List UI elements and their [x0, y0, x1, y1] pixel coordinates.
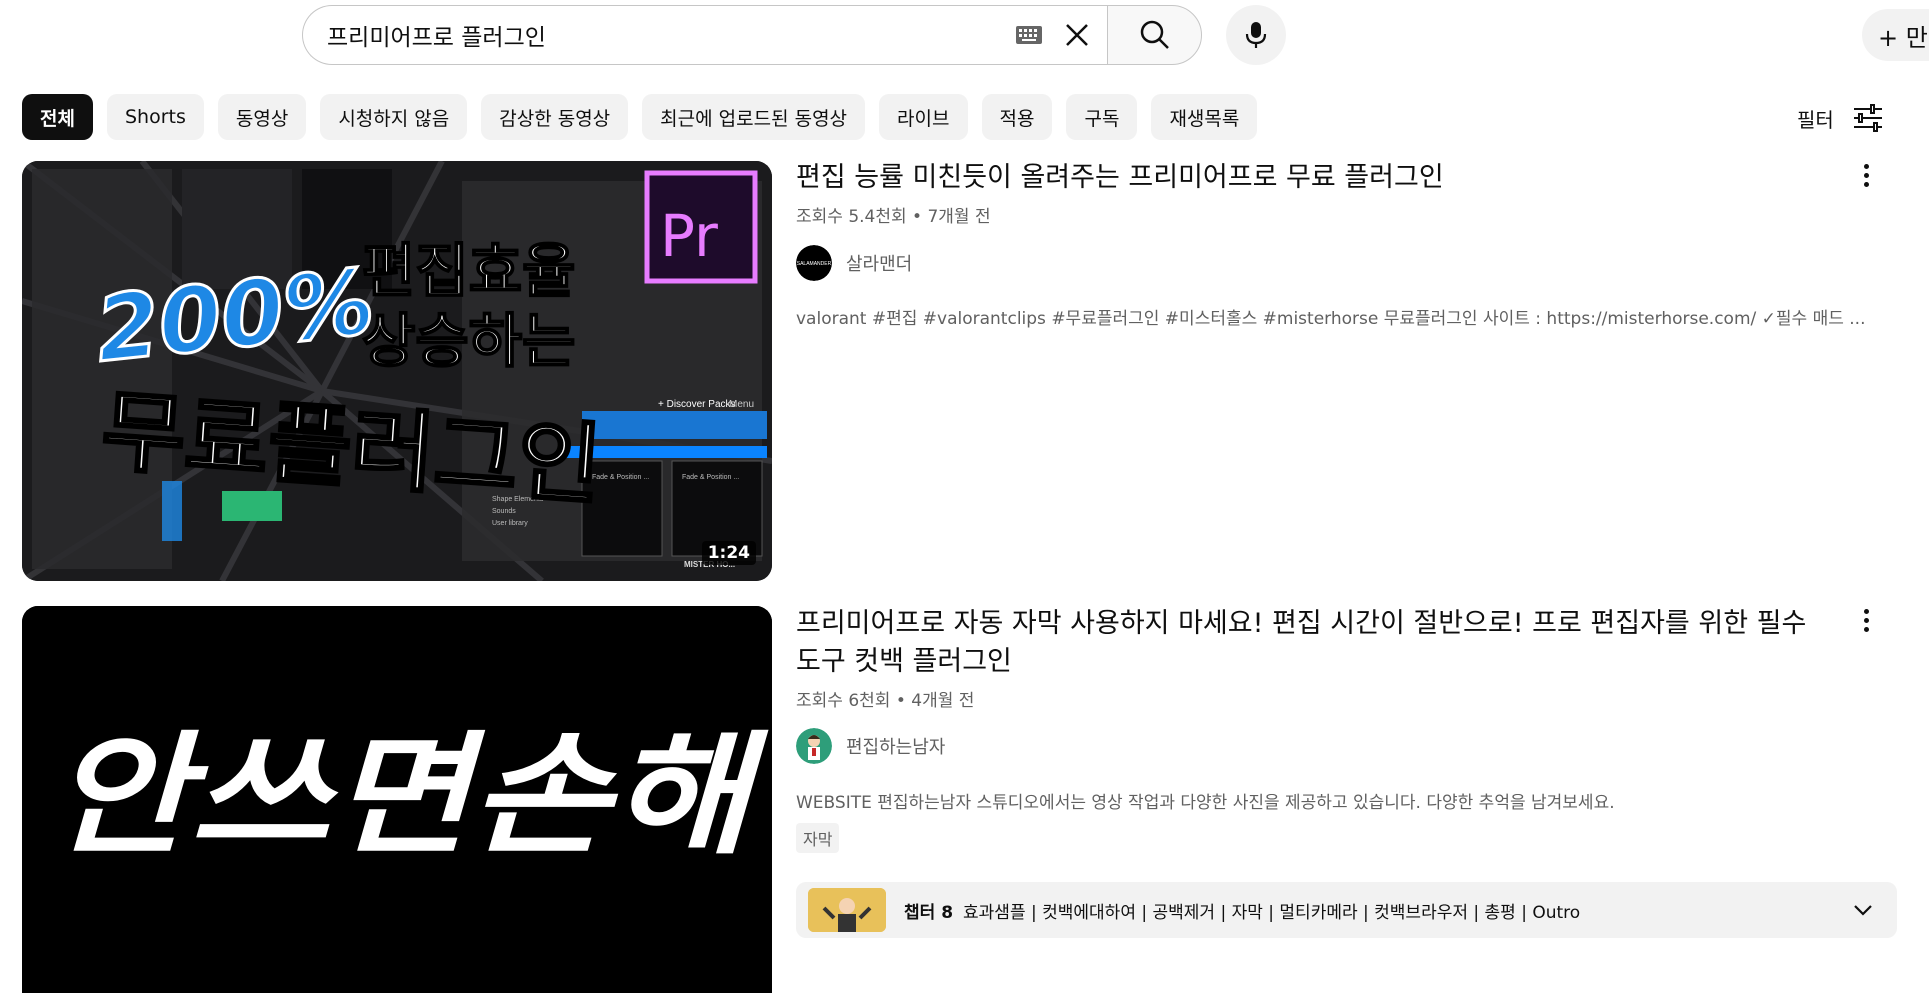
chapters-label: 챕터 8	[904, 902, 954, 923]
avatar-text: SALAMANDER	[797, 261, 832, 267]
channel-link[interactable]: 편집하는남자	[796, 728, 945, 764]
chip-all[interactable]: 전체	[22, 94, 93, 140]
chevron-down-icon[interactable]	[1851, 898, 1875, 922]
thumbnail-artwork: 안쓰면손해	[22, 606, 772, 993]
panel-item-fade-position-1: Fade & Position ...	[592, 474, 649, 481]
thumbnail-artwork: + Discover Packs Menu Shape Elements Sou…	[22, 161, 772, 581]
premiere-logo-icon: Pr	[644, 170, 758, 284]
keyboard-icon[interactable]	[1015, 25, 1043, 45]
thumbnail-line1: 편집효율	[362, 237, 575, 305]
chip-unwatched[interactable]: 시청하지 않음	[320, 94, 468, 140]
video-meta: 조회수 5.4천회 • 7개월 전	[796, 207, 991, 227]
video-title[interactable]: 프리미어프로 자동 자막 사용하지 마세요! 편집 시간이 절반으로! 프로 편…	[796, 605, 1836, 681]
chapter-thumbnail	[808, 888, 886, 932]
avatar[interactable]	[796, 728, 832, 764]
filter-chips: 전체 Shorts 동영상 시청하지 않음 감상한 동영상 최근에 업로드된 동…	[22, 94, 1258, 140]
chip-watched[interactable]: 감상한 동영상	[481, 94, 629, 140]
close-icon[interactable]	[1061, 19, 1093, 51]
video-duration: 1:24	[701, 541, 756, 565]
caption-badge: 자막	[796, 823, 840, 853]
sliders-icon	[1853, 104, 1882, 132]
voice-search-button[interactable]	[1226, 5, 1286, 65]
microphone-icon	[1245, 22, 1267, 48]
create-label: + 만	[1878, 23, 1928, 52]
search-input[interactable]: 프리미어프로 플러그인	[302, 5, 1107, 65]
chip-recently-uploaded[interactable]: 최근에 업로드된 동영상	[642, 94, 866, 140]
search-button[interactable]	[1107, 5, 1202, 65]
panel-item-fade-position-2: Fade & Position ...	[682, 474, 739, 481]
video-description: valorant #편집 #valorantclips #무료플러그인 #미스터…	[796, 309, 1866, 329]
video-description: WEBSITE 편집하는남자 스튜디오에서는 영상 작업과 다양한 사진을 제공…	[796, 793, 1615, 813]
channel-name[interactable]: 살라맨더	[846, 250, 912, 276]
thumbnail-line2: 상승하는	[362, 307, 575, 375]
chip-live[interactable]: 라이브	[879, 94, 968, 140]
video-title[interactable]: 편집 능률 미친듯이 올려주는 프리미어프로 무료 플러그인	[796, 159, 1836, 197]
thumbnail-text: 안쓰면손해	[50, 719, 769, 873]
panel-discover-button: + Discover Packs	[658, 399, 736, 410]
create-button[interactable]: + 만	[1862, 9, 1929, 61]
video-thumbnail[interactable]: 안쓰면손해	[22, 606, 772, 993]
more-actions-button[interactable]	[1850, 155, 1882, 195]
chapters-list: 효과샘플 | 컷백에대하여 | 공백제거 | 자막 | 멀티카메라 | 컷백브라…	[963, 902, 1581, 923]
avatar[interactable]: SALAMANDER	[796, 245, 832, 281]
search-icon	[1140, 20, 1169, 49]
video-thumbnail[interactable]: + Discover Packs Menu Shape Elements Sou…	[22, 161, 772, 581]
panel-item-user-library: User library	[492, 520, 528, 527]
channel-name[interactable]: 편집하는남자	[846, 733, 945, 759]
search-query[interactable]: 프리미어프로 플러그인	[327, 18, 1015, 52]
chip-applied[interactable]: 적용	[981, 94, 1053, 140]
more-actions-button[interactable]	[1850, 600, 1882, 640]
chip-videos[interactable]: 동영상	[217, 94, 307, 140]
channel-link[interactable]: SALAMANDER 살라맨더	[796, 245, 912, 281]
chip-shorts[interactable]: Shorts	[106, 94, 204, 140]
panel-menu-button: Menu	[729, 399, 754, 410]
svg-text:Pr: Pr	[660, 202, 718, 270]
filter-button[interactable]: 필터	[1797, 100, 1884, 136]
chip-subscriptions[interactable]: 구독	[1066, 94, 1138, 140]
chapters-bar[interactable]: 챕터 8 효과샘플 | 컷백에대하여 | 공백제거 | 자막 | 멀티카메라 |…	[796, 882, 1897, 938]
filter-label: 필터	[1797, 107, 1834, 132]
chip-playlists[interactable]: 재생목록	[1151, 94, 1258, 140]
video-meta: 조회수 6천회 • 4개월 전	[796, 691, 975, 711]
